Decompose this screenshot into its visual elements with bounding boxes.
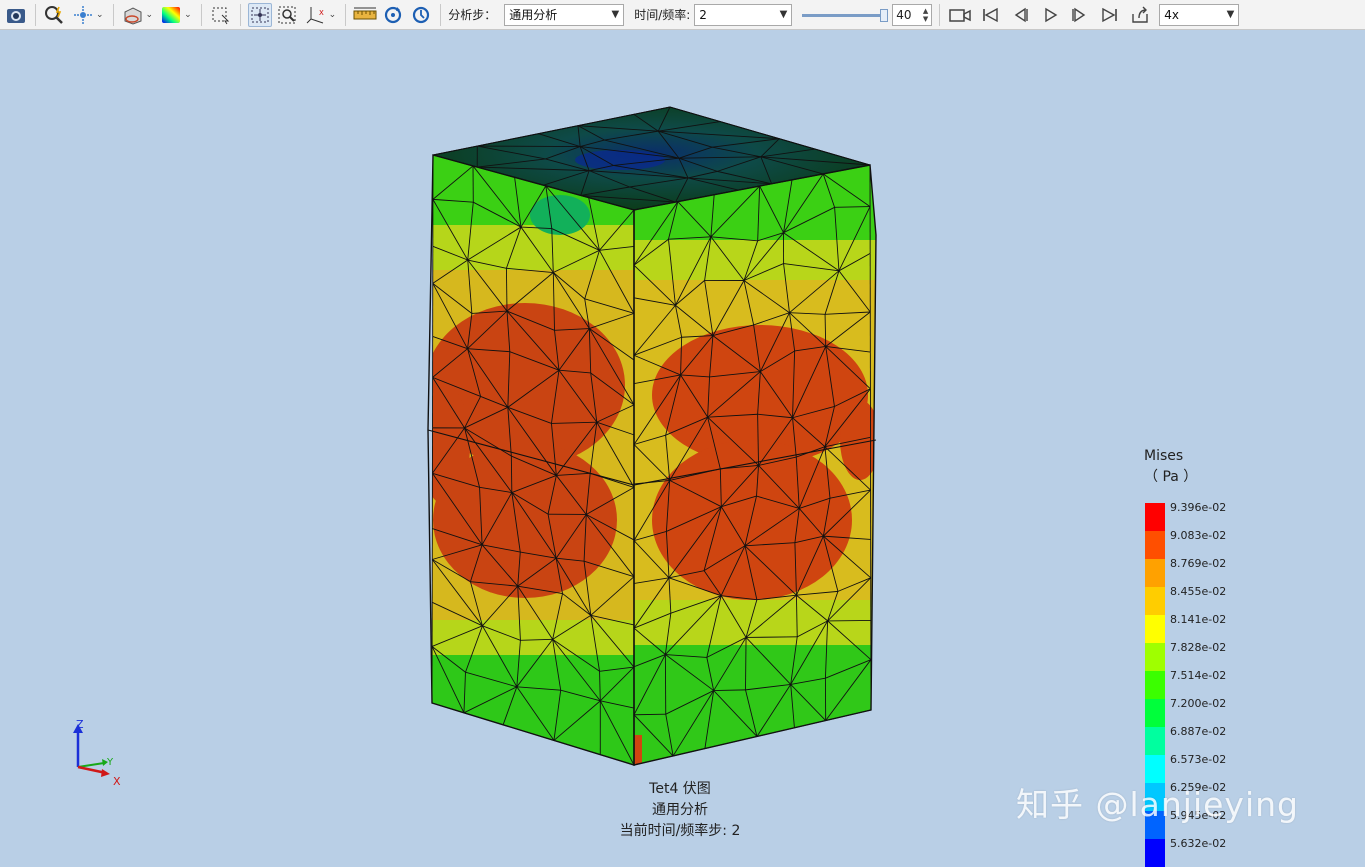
legend-label: 7.828e-02 [1170,641,1226,654]
legend-label: 8.141e-02 [1170,613,1226,626]
mesh-edge [506,268,507,311]
mesh-edge [511,456,512,492]
model-right-face [626,160,880,775]
caption-model-title: Tet4 伏图 [560,778,800,798]
legend-label: 9.083e-02 [1170,529,1226,542]
mesh-edge [746,637,797,638]
legend-swatch [1145,587,1165,615]
axis-x-label: X [113,775,121,788]
mesh-edge [634,714,666,715]
legend-unit: （ Pa ） [1144,466,1197,486]
legend-label: 7.200e-02 [1170,697,1226,710]
caption-analysis: 通用分析 [560,799,800,819]
legend-swatch [1145,699,1165,727]
axis-y-label: Y [106,757,114,768]
legend-label: 8.769e-02 [1170,557,1226,570]
legend-swatch [1145,643,1165,671]
axis-z-label: Z [76,718,84,731]
watermark: 知乎 @lanjieying [1016,778,1299,826]
legend-label: 6.887e-02 [1170,725,1226,738]
top-face-blue-spot [575,150,665,170]
axis-triad: Z Y X [66,715,126,795]
legend-swatch [1145,559,1165,587]
legend-label: 6.573e-02 [1170,753,1226,766]
legend-label: 7.514e-02 [1170,669,1226,682]
legend-swatch [1145,727,1165,755]
model-left-face [420,150,650,775]
legend-swatch [1145,671,1165,699]
legend-label: 9.396e-02 [1170,501,1226,514]
legend-swatch [1145,503,1165,531]
legend-title: Mises [1144,448,1183,464]
legend-swatch [1145,615,1165,643]
legend-label: 5.632e-02 [1170,837,1226,850]
legend-swatch [1145,531,1165,559]
caption-time-step: 当前时间/频率步: 2 [560,820,800,840]
mesh-edge [745,637,746,689]
legend-label: 8.455e-02 [1170,585,1226,598]
